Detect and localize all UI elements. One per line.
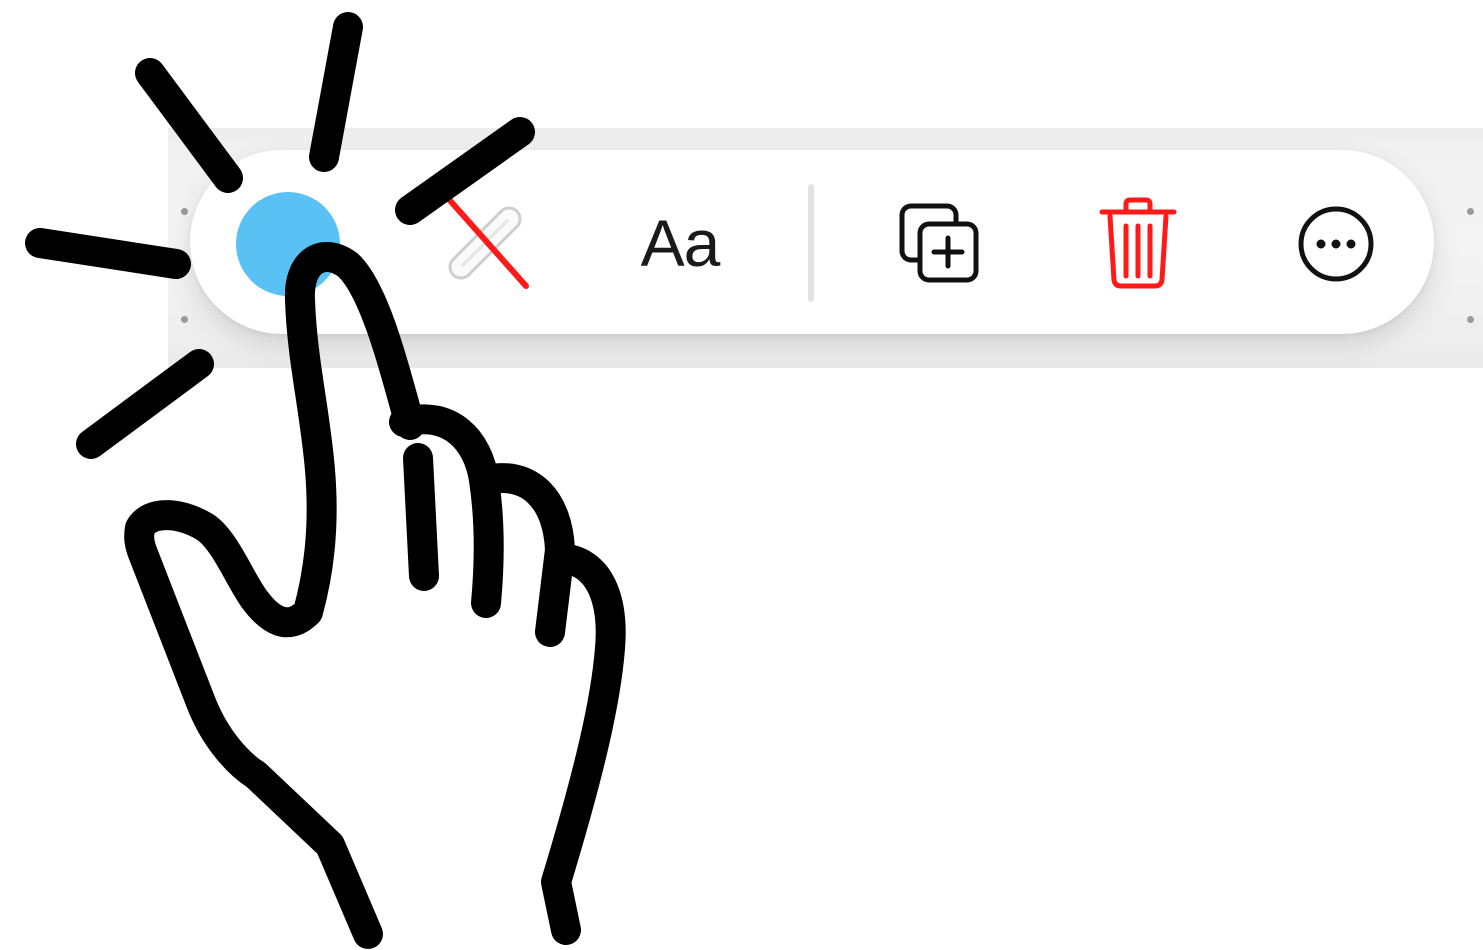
delete-button[interactable] bbox=[1088, 194, 1188, 294]
canvas: Aa bbox=[0, 0, 1483, 950]
toolbar-divider bbox=[808, 184, 814, 302]
duplicate-plus-icon bbox=[899, 203, 979, 283]
duplicate-button[interactable] bbox=[890, 194, 990, 294]
text-style-label: Aa bbox=[640, 206, 721, 280]
ellipsis-circle-icon bbox=[1298, 206, 1374, 282]
trash-icon bbox=[1099, 197, 1177, 289]
shape-edit-toolbar: Aa bbox=[190, 150, 1434, 334]
color-swatch-icon bbox=[236, 192, 340, 296]
pen-button[interactable] bbox=[430, 188, 540, 298]
pen-disabled-icon bbox=[443, 193, 529, 289]
text-style-button[interactable]: Aa bbox=[610, 188, 750, 298]
selection-handle[interactable] bbox=[181, 208, 188, 215]
selection-handle[interactable] bbox=[1467, 316, 1474, 323]
selection-handle[interactable] bbox=[1467, 208, 1474, 215]
color-button[interactable] bbox=[226, 182, 350, 306]
selection-handle[interactable] bbox=[181, 316, 188, 323]
more-button[interactable] bbox=[1286, 194, 1386, 294]
